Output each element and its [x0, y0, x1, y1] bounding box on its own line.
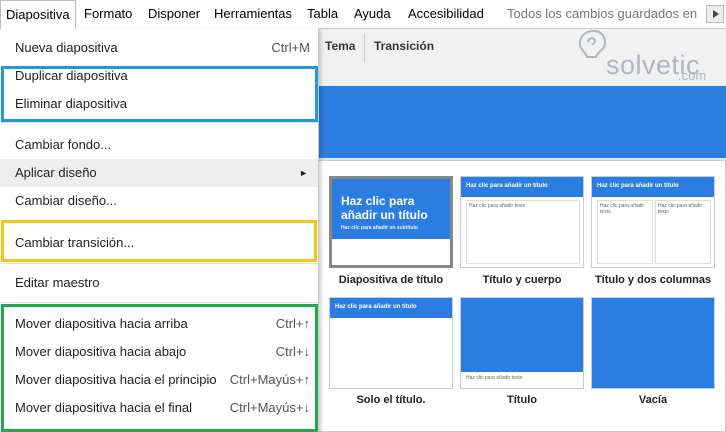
menu-item-new-slide[interactable]: Nueva diapositiva Ctrl+M [0, 34, 318, 62]
menu-formato[interactable]: Formato [79, 0, 137, 28]
menu-disponer[interactable]: Disponer [143, 0, 205, 28]
expand-arrow-icon[interactable] [706, 5, 724, 23]
layout-thumb-body: Haz clic para añadir texto [600, 203, 645, 215]
layout-thumb-title [461, 298, 583, 372]
solvetic-logo: solvetic .com [578, 28, 726, 88]
apply-layout-submenu: Haz clic para añadir un título Haz clic … [318, 160, 726, 432]
layout-thumb-body-box: Haz clic para añadir texto [466, 200, 580, 264]
layout-caption: Solo el título. [356, 394, 426, 406]
menu-separator [0, 302, 318, 303]
menu-diapositiva[interactable]: Diapositiva [0, 0, 76, 29]
layout-thumb-body: Haz clic para añadir texto [466, 375, 523, 381]
layout-thumb-title: Haz clic para añadir un título Haz clic … [332, 179, 450, 239]
layout-blank[interactable] [591, 297, 715, 389]
layout-caption: Diapositiva de título [338, 274, 444, 286]
toolbar-divider [364, 33, 365, 63]
menu-separator [0, 122, 318, 123]
layout-thumb-title-text: Haz clic para añadir un título [335, 304, 417, 310]
menu-item-change-background[interactable]: Cambiar fondo... [0, 131, 318, 159]
layout-title-only[interactable]: Haz clic para añadir un título [329, 297, 453, 389]
menu-item-apply-layout[interactable]: Aplicar diseño ► [0, 159, 318, 187]
layout-caption: Título y cuerpo [482, 274, 562, 286]
layout-thumb-title: Haz clic para añadir un título [592, 177, 714, 197]
layout-thumb-title-text: Haz clic para añadir un título [466, 183, 548, 189]
highlight-box-yellow [1, 220, 317, 262]
layout-title-and-body[interactable]: Haz clic para añadir un título Haz clic … [460, 176, 584, 268]
layout-thumb-column-left: Haz clic para añadir texto [597, 200, 653, 264]
layout-thumb-title: Haz clic para añadir un título [330, 298, 452, 318]
layout-thumb-title: Haz clic para añadir un título [461, 177, 583, 197]
menu-tabla[interactable]: Tabla [302, 0, 343, 28]
shortcut-label: Ctrl+M [271, 40, 310, 55]
submenu-arrow-icon: ► [299, 168, 308, 178]
slide-canvas [310, 86, 726, 158]
highlight-box-blue [1, 66, 318, 122]
menu-separator [0, 263, 318, 264]
menu-bar: Diapositiva Formato Disponer Herramienta… [0, 0, 726, 29]
menu-item-label: Cambiar fondo... [15, 137, 112, 152]
menu-ayuda[interactable]: Ayuda [349, 0, 396, 28]
layout-title-slide[interactable]: Haz clic para añadir un título Haz clic … [329, 176, 453, 268]
menu-item-change-layout[interactable]: Cambiar diseño... [0, 187, 318, 215]
menu-item-label: Nueva diapositiva [15, 40, 118, 55]
highlight-box-green [1, 304, 318, 432]
menu-item-edit-master[interactable]: Editar maestro [0, 269, 318, 297]
save-status: Todos los cambios guardados en [507, 6, 698, 21]
menu-item-label: Editar maestro [15, 275, 100, 290]
layout-caption: Título y dos columnas [594, 274, 712, 286]
menu-herramientas[interactable]: Herramientas [209, 0, 297, 28]
layout-thumb-title-text: Haz clic para añadir un título [597, 183, 679, 189]
layout-thumb-body: Haz clic para añadir texto [658, 203, 703, 215]
layout-title-two-columns[interactable]: Haz clic para añadir un título Haz clic … [591, 176, 715, 268]
layout-thumb-fill [592, 298, 714, 388]
menu-accesibilidad[interactable]: Accesibilidad [403, 0, 489, 28]
logo-suffix: .com [678, 68, 707, 83]
layout-thumb-title-text: Haz clic para añadir un título [341, 194, 428, 222]
diapositiva-dropdown: Nueva diapositiva Ctrl+M Duplicar diapos… [0, 28, 319, 432]
layout-thumb-body: Haz clic para añadir texto [469, 203, 526, 209]
menu-item-label: Aplicar diseño [15, 165, 97, 180]
tab-transition[interactable]: Transición [374, 39, 434, 53]
layout-thumb-subtitle: Haz clic para añadir un subtítulo [341, 225, 418, 231]
layout-thumb-column-right: Haz clic para añadir texto [655, 200, 711, 264]
layout-caption: Vacía [638, 394, 668, 406]
tab-theme[interactable]: Tema [325, 39, 355, 53]
menu-item-label: Cambiar diseño... [15, 193, 117, 208]
layout-title[interactable]: Haz clic para añadir texto [460, 297, 584, 389]
layout-caption: Título [507, 394, 537, 406]
